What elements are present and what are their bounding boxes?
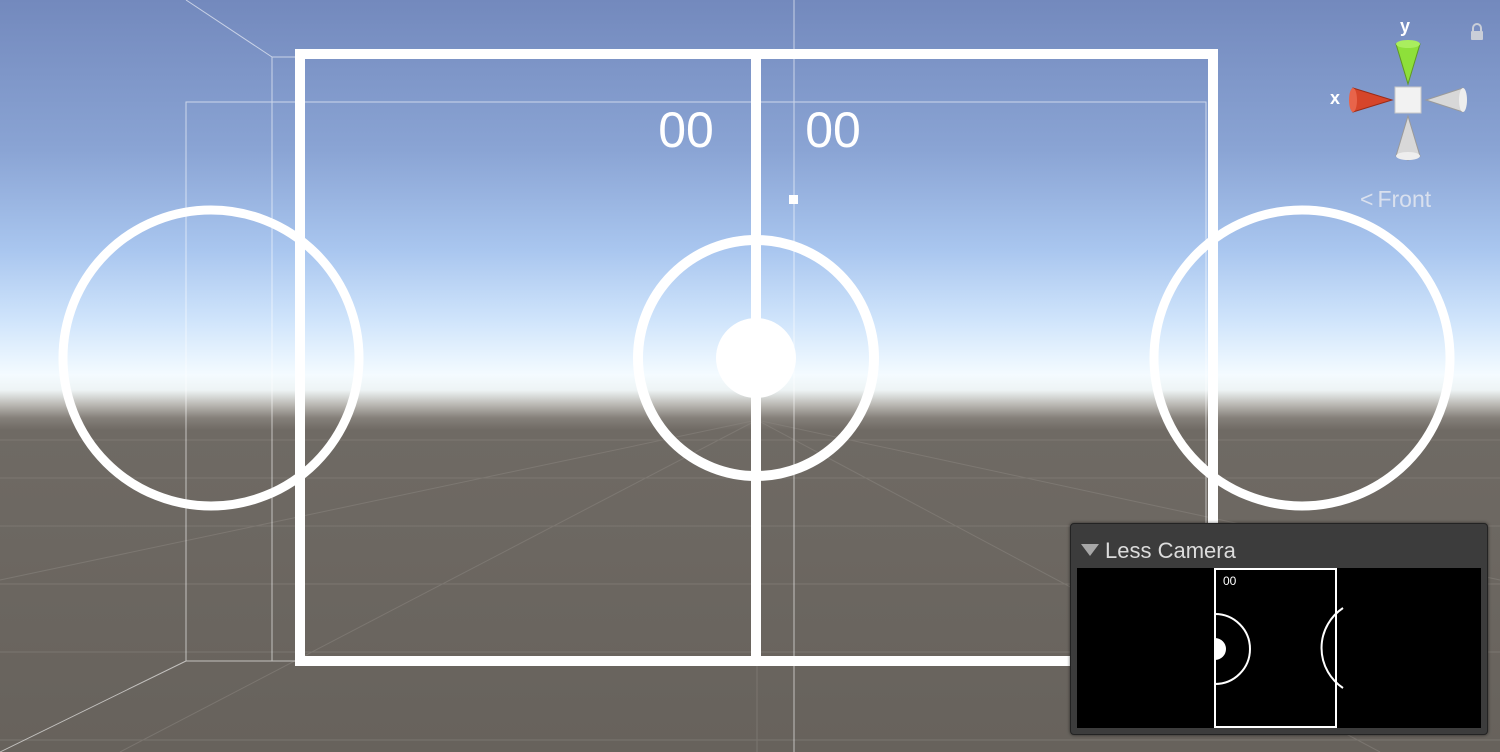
gizmo-center-cube[interactable] — [1394, 86, 1422, 114]
view-name: Front — [1377, 186, 1432, 212]
gizmo-down-cone-cap — [1396, 152, 1420, 160]
pivot-handle[interactable] — [789, 195, 798, 204]
gizmo-y-cone-cap — [1396, 40, 1420, 48]
preview-ball — [1215, 638, 1226, 660]
scene-view[interactable]: 00 00 y x < Front Less Camera 00 — [0, 0, 1500, 752]
ball[interactable] — [716, 318, 796, 398]
grid-line — [0, 419, 758, 581]
camera-preview-title: Less Camera — [1105, 538, 1236, 563]
view-mode-toggle[interactable]: < Front — [1360, 186, 1431, 213]
gizmo-right-cone-cap — [1459, 88, 1467, 112]
gizmo-y-label: y — [1400, 16, 1411, 36]
left-score: 00 — [658, 102, 714, 158]
grid-line — [119, 419, 758, 752]
left-goal-circle[interactable] — [58, 205, 364, 511]
preview-goal-circle — [1320, 607, 1344, 689]
camera-frustum-guides — [0, 0, 1207, 752]
guide-line — [0, 660, 187, 752]
gizmo-x-cone-cap — [1349, 88, 1357, 112]
chevron-left-icon: < — [1360, 186, 1374, 212]
triangle-down-icon[interactable] — [1081, 544, 1099, 556]
gizmo-icon[interactable] — [1320, 14, 1490, 184]
preview-score: 00 — [1223, 574, 1237, 588]
camera-preview-image: 00 — [1077, 568, 1481, 728]
gizmo-x-label: x — [1330, 88, 1341, 108]
preview-field-render — [1214, 568, 1344, 728]
right-goal-circle[interactable] — [1149, 205, 1455, 511]
camera-bounds-rect — [185, 101, 1207, 662]
preview-field-boundary — [1214, 568, 1337, 728]
orientation-gizmo[interactable]: y x < Front — [1320, 14, 1490, 214]
guide-line — [185, 0, 273, 58]
right-score: 00 — [805, 102, 861, 158]
camera-preview-panel: Less Camera 00 — [1070, 523, 1488, 735]
camera-preview-header[interactable]: Less Camera — [1071, 524, 1487, 568]
lock-icon[interactable] — [1468, 22, 1486, 42]
